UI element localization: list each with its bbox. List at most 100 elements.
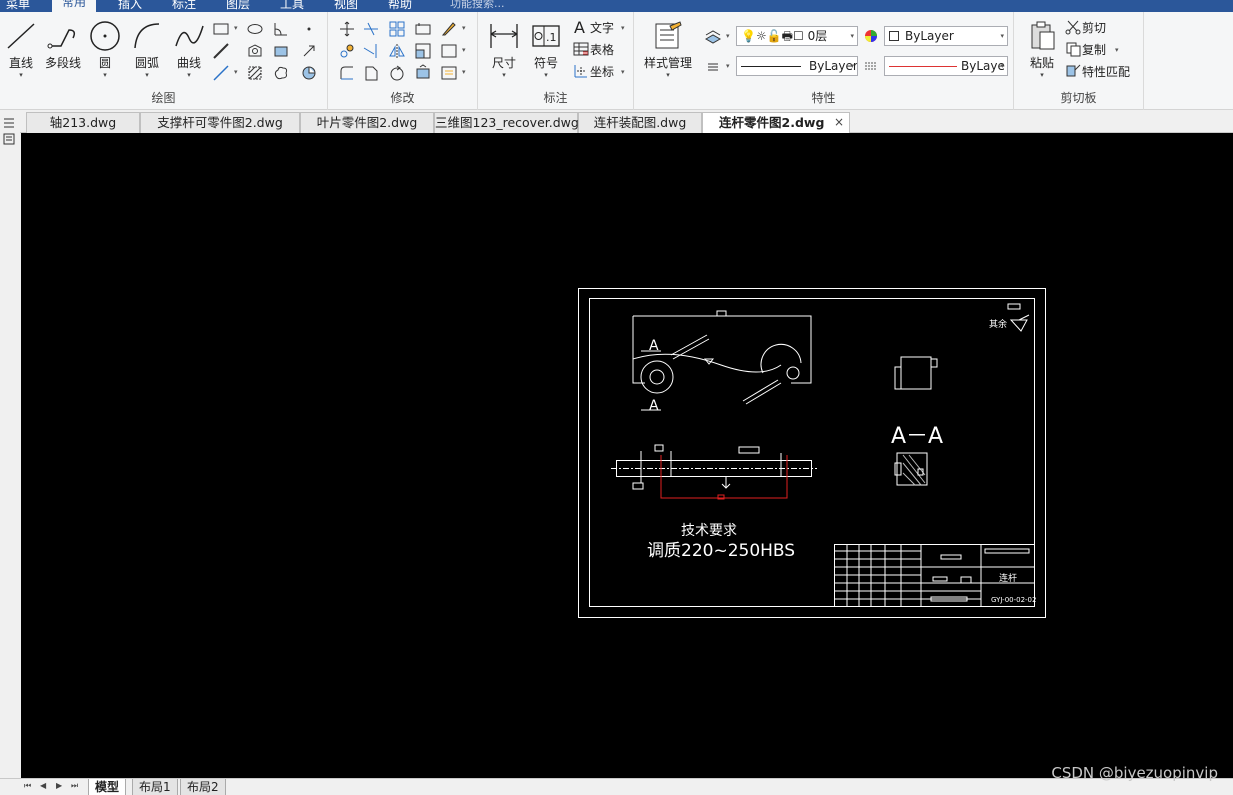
left-side-strip [0,112,20,778]
text-icon[interactable]: A [572,18,590,37]
curve-button[interactable]: 曲线 ▾ [170,20,208,79]
polyline-button[interactable]: 多段线 [40,20,86,71]
layer-manager-icon[interactable] [704,27,722,45]
modify-group-label: 修改 [390,91,415,105]
function-search[interactable]: 功能搜索... [450,0,505,11]
fillet-icon[interactable] [338,64,356,82]
move-icon[interactable] [338,20,356,38]
menu-item-layer[interactable]: 图层 [226,0,250,12]
annotate-group-label: 标注 [543,91,568,105]
arc-button[interactable]: 圆弧 ▾ [128,20,166,79]
color-wheel-icon[interactable] [862,27,880,45]
color-combo[interactable]: ByLayer ▾ [884,26,1008,46]
angle-icon[interactable] [272,20,290,38]
ribbon: 直线 ▾ 多段线 圆 ▾ 圆弧 ▾ 曲线 ▾ ▾ ▾ 绘图 ▾ ▾ ▾ 修改 尺… [0,12,1233,110]
lineweight-combo[interactable]: ByLaye ▾ [884,56,1008,76]
drawing-canvas[interactable]: A A A－A 其余 技术要求 调质220~250HBS 连杆 GYJ-00-0… [21,133,1233,778]
copy-object-icon[interactable] [338,42,356,60]
properties-group-label: 特性 [811,91,836,105]
lineweight-value: ByLaye [961,59,1005,73]
menu-item-insert[interactable]: 插入 [118,0,142,12]
file-tab[interactable]: 三维图123_recover.dwg [434,112,579,133]
first-layout-button[interactable]: ⏮ [24,781,31,791]
coordinate-label[interactable]: 坐标 [590,63,614,80]
block-icon[interactable] [272,42,290,60]
edit-icon[interactable] [440,20,458,38]
menu-item-menu[interactable]: 菜单 [6,0,30,12]
rotate-icon[interactable] [388,64,406,82]
match-properties-label[interactable]: 特性匹配 [1082,63,1130,80]
explode-icon[interactable] [414,64,432,82]
close-tab-icon[interactable]: × [834,113,844,132]
menu-item-view[interactable]: 视图 [334,0,358,12]
layout-tab-model[interactable]: 模型 [88,779,127,795]
cut-icon[interactable] [1064,18,1082,36]
menu-item-home[interactable]: 常用 [52,0,97,12]
panel-toggle-icon[interactable] [2,116,16,130]
arc-label: 圆弧 [134,56,159,70]
ellipse-icon[interactable] [246,20,264,38]
extend-icon[interactable] [362,42,380,60]
construction-line-icon[interactable] [212,42,230,60]
dimension-button[interactable]: 尺寸 ▾ [486,20,522,79]
panel-list-icon[interactable] [2,132,16,146]
ray-icon[interactable] [212,64,230,82]
donut-icon[interactable] [300,64,318,82]
linetype-combo[interactable]: ByLayer ▾ [736,56,858,76]
point-icon[interactable] [300,20,318,38]
boundary-icon[interactable] [440,42,458,60]
circle-button[interactable]: 圆 ▾ [88,20,122,79]
style-manager-button[interactable]: 样式管理 ▾ [640,20,696,79]
offset-icon[interactable] [362,64,380,82]
array-icon[interactable] [388,20,406,38]
region-icon[interactable] [246,42,264,60]
menu-item-tools[interactable]: 工具 [280,0,304,12]
table-icon[interactable] [572,40,590,58]
last-layout-button[interactable]: ⏭ [71,781,78,791]
properties-icon[interactable] [440,64,458,82]
section-title: A－A [891,424,943,449]
color-value: ByLayer [905,29,954,43]
menu-item-help[interactable]: 帮助 [388,0,412,12]
next-layout-button[interactable]: ▶ [56,781,62,790]
file-tab[interactable]: 叶片零件图2.dwg [300,112,434,133]
trim-icon[interactable] [362,20,380,38]
arrow-icon[interactable] [300,42,318,60]
layer-combo[interactable]: 💡☼🔓🖶☐ 0层 ▾ [736,26,858,46]
hatch-icon[interactable] [246,64,264,82]
lineweight-list-icon[interactable] [704,58,722,76]
file-tab[interactable]: 支撑杆可零件图2.dwg [140,112,300,133]
paste-button[interactable]: 粘贴 ▾ [1024,20,1060,79]
title-block-code: GYJ-00-02-02 [991,596,1036,604]
layout-tab-layout2[interactable]: 布局2 [180,779,226,795]
layer-value: 0层 [807,29,828,43]
layout-tab-layout1[interactable]: 布局1 [132,779,178,795]
mirror-icon[interactable] [388,42,406,60]
symbol-button[interactable]: .1 符号 ▾ [528,20,564,79]
file-tab[interactable]: 连杆装配图.dwg [578,112,702,133]
table-label[interactable]: 表格 [590,41,614,58]
color-swatch [889,31,899,41]
match-properties-icon[interactable] [1064,62,1082,80]
revcloud-icon[interactable] [272,64,290,82]
line-button[interactable]: 直线 ▾ [4,20,38,79]
paste-label: 粘贴 [1029,56,1054,70]
coordinate-icon[interactable] [572,62,590,80]
copy-icon[interactable] [1064,40,1082,58]
text-label[interactable]: 文字 [590,19,614,36]
menu-item-annotate[interactable]: 标注 [172,0,196,12]
cut-label[interactable]: 剪切 [1082,19,1106,36]
linetype-icon[interactable] [862,57,880,75]
prev-layout-button[interactable]: ◀ [40,781,46,790]
scale-icon[interactable] [414,42,432,60]
rectangle-icon[interactable] [212,20,230,38]
copy-label[interactable]: 复制 [1082,41,1106,58]
rod-front-view [632,310,812,411]
file-tab-active[interactable]: 连杆零件图2.dwg × [702,112,850,134]
file-tab[interactable]: 轴213.dwg [26,112,140,133]
rod-top-view [611,444,817,490]
stretch-icon[interactable] [414,20,432,38]
clipboard-group-label: 剪切板 [1060,91,1097,105]
section-view [894,452,928,486]
draw-group-label: 绘图 [151,91,176,105]
